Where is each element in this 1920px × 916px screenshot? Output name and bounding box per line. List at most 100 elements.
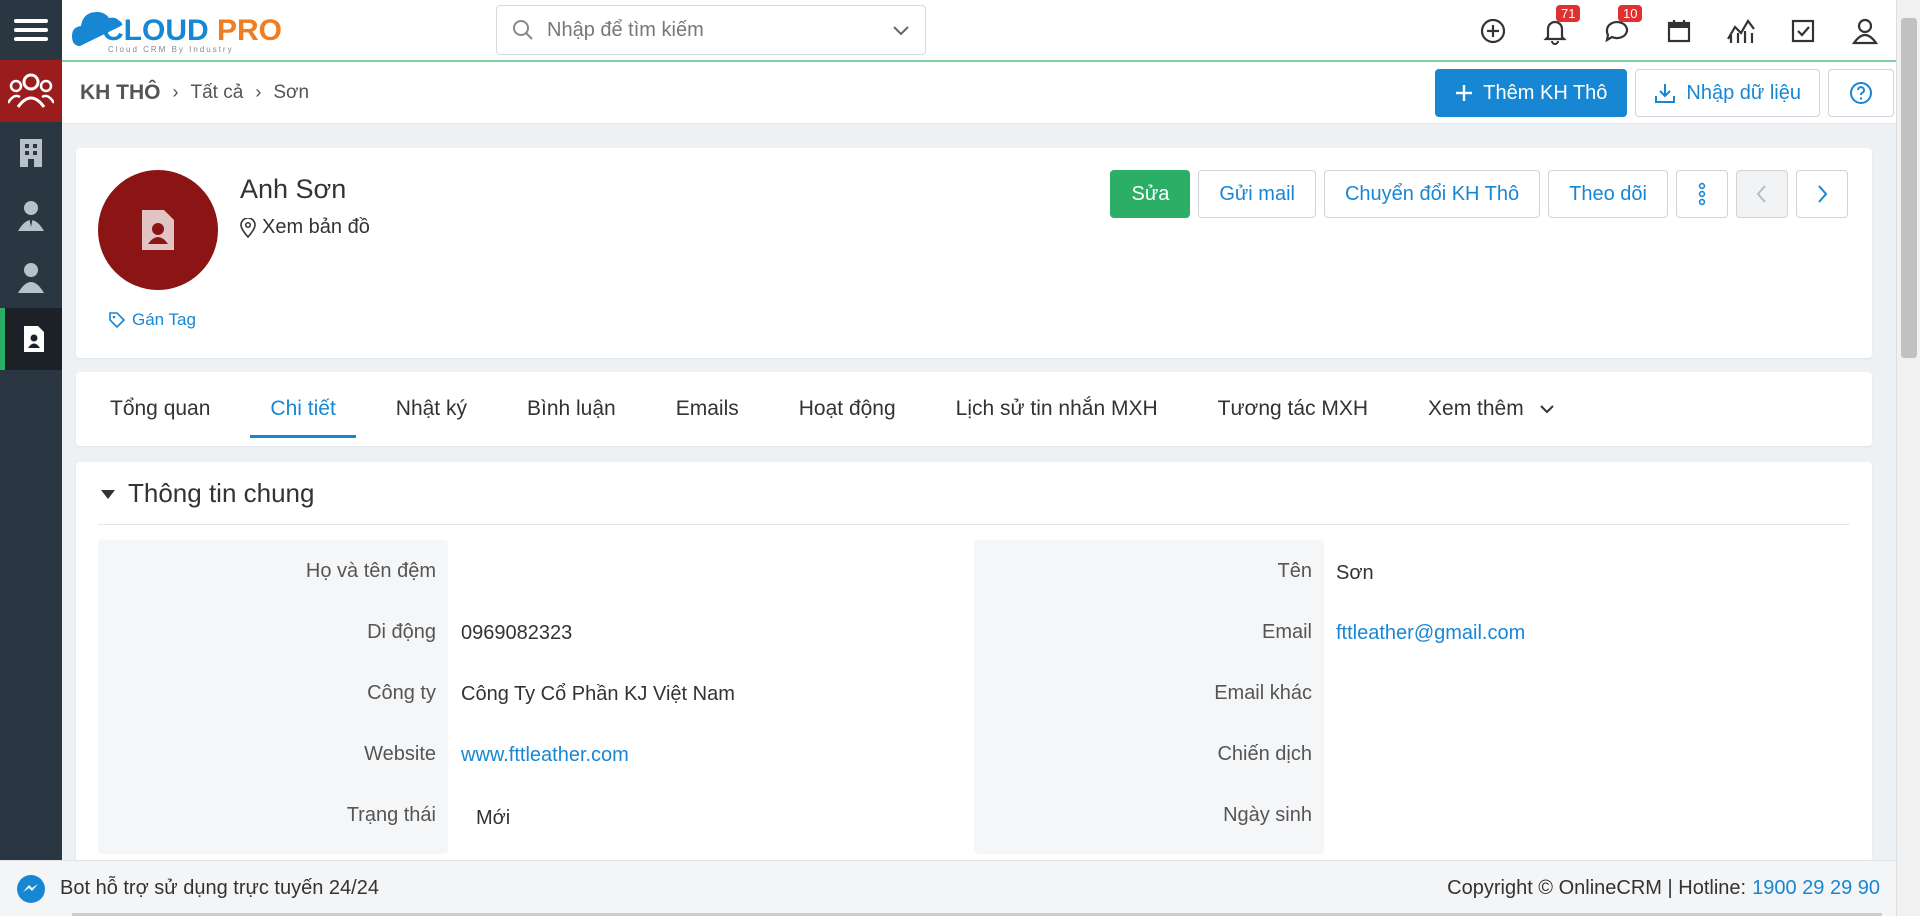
field-label-other-email: Email khác — [1214, 682, 1312, 704]
account-button[interactable] — [1834, 0, 1896, 62]
section-divider — [98, 524, 1850, 525]
section-toggle[interactable]: Thông tin chung — [100, 478, 314, 509]
breadcrumb-root[interactable]: KH THÔ — [80, 81, 161, 105]
person-tie-icon — [18, 201, 44, 231]
more-actions-button[interactable] — [1676, 170, 1728, 218]
breadcrumb-bar: KH THÔ › Tất cả › Sơn Thêm KH Thô Nhập d… — [62, 62, 1896, 124]
tab-social-interactions[interactable]: Tương tác MXH — [1198, 372, 1388, 446]
hotline-link[interactable]: 1900 29 29 90 — [1752, 877, 1880, 900]
search-input[interactable]: Nhập để tìm kiếm — [547, 19, 891, 42]
contact-card-icon — [142, 210, 174, 250]
footer-bar: Bot hỗ trợ sử dụng trực tuyến 24/24 Copy… — [0, 860, 1896, 916]
messages-button[interactable]: 10 — [1586, 0, 1648, 62]
section-title: Thông tin chung — [128, 478, 315, 508]
tab-log[interactable]: Nhật ký — [376, 372, 487, 446]
users-icon — [8, 73, 54, 108]
field-value-status[interactable]: Mới — [476, 807, 510, 830]
field-value-website[interactable]: www.fttleather.com — [461, 744, 629, 767]
page-scrollbar[interactable] — [1896, 0, 1920, 916]
send-mail-button[interactable]: Gửi mail — [1198, 170, 1316, 218]
top-header: CLOUD PRO Cloud CRM By Industry Nhập để … — [62, 0, 1896, 62]
sidebar-item-raw-leads[interactable] — [0, 308, 62, 370]
building-icon — [20, 139, 42, 167]
details-card: Thông tin chung Họ và tên đệm Di động 09… — [76, 462, 1872, 862]
tab-details[interactable]: Chi tiết — [250, 372, 357, 446]
messenger-icon[interactable] — [16, 874, 46, 904]
avatar[interactable] — [98, 170, 218, 290]
chart-icon — [1727, 19, 1755, 43]
messages-badge: 10 — [1618, 5, 1643, 22]
convert-lead-button[interactable]: Chuyển đổi KH Thô — [1323, 170, 1541, 218]
field-value-company[interactable]: Công Ty Cổ Phần KJ Việt Nam — [461, 683, 735, 706]
edit-button[interactable]: Sửa — [1110, 170, 1191, 218]
tab-activities[interactable]: Hoạt động — [779, 372, 916, 446]
sidebar-item-company[interactable] — [0, 122, 62, 184]
chevron-left-icon — [1756, 185, 1766, 203]
next-record-button[interactable] — [1796, 170, 1848, 218]
user-icon — [1851, 18, 1879, 45]
breadcrumb-current: Sơn — [273, 81, 310, 103]
follow-button[interactable]: Theo dõi — [1548, 170, 1668, 218]
notifications-button[interactable]: 71 — [1524, 0, 1586, 62]
plus-circle-icon — [1480, 18, 1506, 44]
left-sidebar — [0, 0, 62, 916]
breadcrumb-level1[interactable]: Tất cả — [191, 82, 244, 104]
tab-comments[interactable]: Bình luận — [507, 372, 636, 446]
svg-text:Cloud CRM By Industry: Cloud CRM By Industry — [108, 45, 234, 54]
quick-create-button[interactable] — [1462, 0, 1524, 62]
menu-icon[interactable] — [0, 0, 62, 60]
svg-text:CLOUD: CLOUD — [102, 14, 209, 47]
page-actions: Thêm KH Thô Nhập dữ liệu — [1435, 69, 1894, 117]
person-icon — [18, 263, 44, 293]
tab-more[interactable]: Xem thêm — [1408, 372, 1576, 446]
help-button[interactable] — [1828, 69, 1894, 117]
field-label-mobile: Di động — [367, 621, 436, 643]
field-value-first-name[interactable]: Sơn — [1336, 562, 1374, 585]
search-box[interactable]: Nhập để tìm kiếm — [496, 5, 926, 55]
view-map-link[interactable]: Xem bản đồ — [240, 216, 370, 239]
profile-actions: Sửa Gửi mail Chuyển đổi KH Thô Theo dõi — [1110, 170, 1848, 218]
sidebar-item-contacts[interactable] — [0, 184, 62, 246]
reports-button[interactable] — [1710, 0, 1772, 62]
search-icon — [513, 20, 533, 40]
notifications-badge: 71 — [1556, 5, 1581, 22]
add-tag-label: Gán Tag — [132, 310, 196, 329]
tab-overview[interactable]: Tổng quan — [90, 372, 230, 446]
calendar-button[interactable] — [1648, 0, 1710, 62]
sidebar-item-customers[interactable] — [0, 246, 62, 308]
chevron-down-icon[interactable] — [891, 20, 911, 40]
field-value-email[interactable]: fttleather@gmail.com — [1336, 622, 1525, 645]
field-value-mobile[interactable]: 0969082323 — [461, 622, 572, 645]
tab-more-label: Xem thêm — [1428, 397, 1524, 420]
profile-card: Gán Tag Anh Sơn Xem bản đồ Sửa Gửi mail … — [76, 148, 1872, 358]
bot-support-label[interactable]: Bot hỗ trợ sử dụng trực tuyến 24/24 — [60, 877, 379, 900]
field-label-status: Trạng thái — [346, 804, 436, 826]
copyright-text: Copyright © OnlineCRM | Hotline: — [1447, 877, 1747, 899]
profile-name: Anh Sơn — [240, 174, 347, 204]
add-lead-button[interactable]: Thêm KH Thô — [1435, 69, 1628, 117]
field-label-company: Công ty — [367, 682, 436, 704]
previous-record-button[interactable] — [1736, 170, 1788, 218]
checkbox-icon — [1791, 19, 1815, 43]
svg-text:PRO: PRO — [217, 14, 282, 47]
scrollbar-thumb[interactable] — [1901, 18, 1917, 358]
field-label-birthday: Ngày sinh — [1223, 804, 1312, 826]
add-lead-label: Thêm KH Thô — [1483, 81, 1608, 104]
tab-social-messages[interactable]: Lịch sử tin nhắn MXH — [936, 372, 1178, 446]
download-icon — [1655, 84, 1676, 103]
caret-down-icon — [101, 489, 115, 499]
cloudpro-logo[interactable]: CLOUD PRO Cloud CRM By Industry — [72, 2, 304, 58]
chevron-right-icon — [1818, 185, 1828, 203]
tasks-button[interactable] — [1772, 0, 1834, 62]
chevron-down-icon — [1540, 405, 1554, 414]
chevron-right-icon: › — [255, 82, 262, 102]
calendar-icon — [1667, 20, 1691, 43]
view-map-label: Xem bản đồ — [262, 216, 370, 238]
import-data-button[interactable]: Nhập dữ liệu — [1635, 69, 1820, 117]
help-icon — [1850, 82, 1872, 104]
chevron-right-icon: › — [172, 82, 179, 102]
tab-emails[interactable]: Emails — [656, 372, 759, 446]
sidebar-item-leads-group[interactable] — [0, 60, 62, 122]
add-tag-link[interactable]: Gán Tag — [108, 310, 196, 330]
vertical-dots-icon — [1698, 182, 1706, 206]
